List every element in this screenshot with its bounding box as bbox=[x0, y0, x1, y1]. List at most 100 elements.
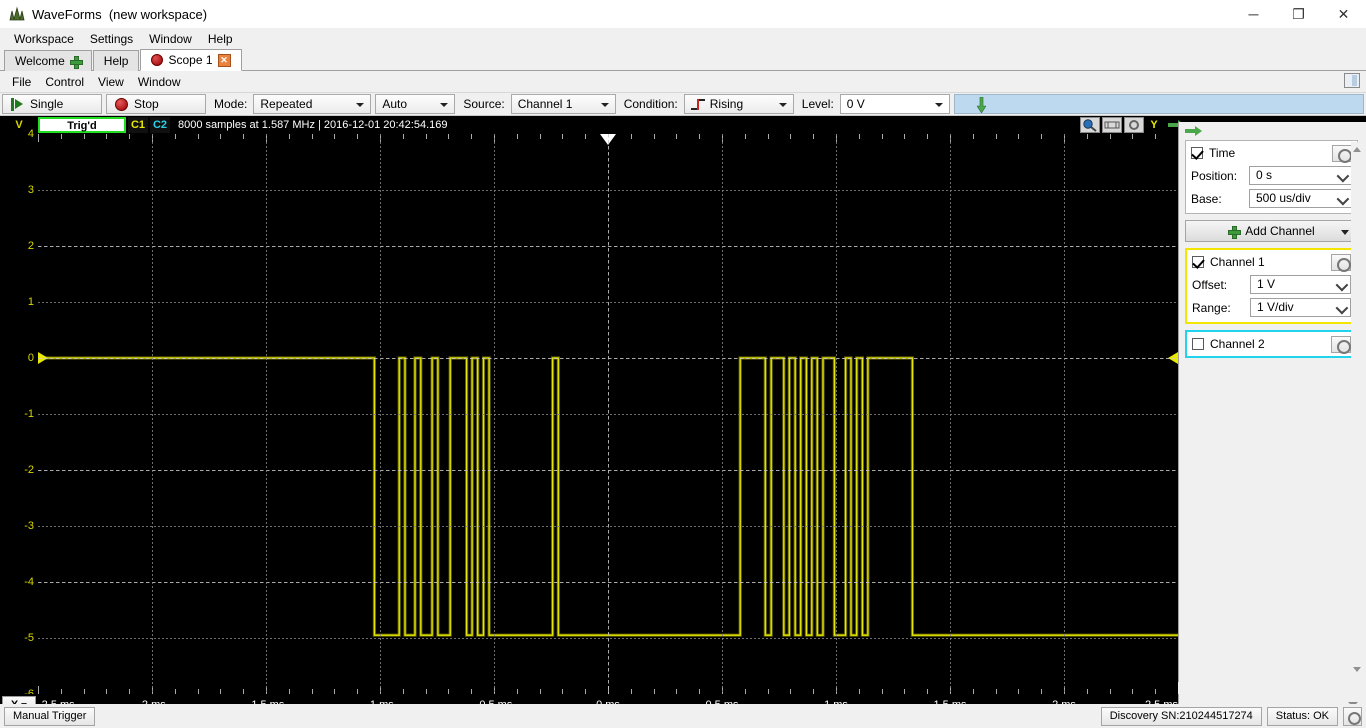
y-axis-badge[interactable]: Y bbox=[1146, 117, 1162, 133]
gridline-vertical bbox=[152, 134, 153, 694]
level-select-value: 0 V bbox=[846, 97, 865, 111]
status-label: Status: OK bbox=[1275, 710, 1329, 722]
scope-menu-file[interactable]: File bbox=[8, 73, 41, 91]
source-select[interactable]: Channel 1 bbox=[510, 94, 616, 114]
y-axis-tick-label: -4 bbox=[24, 576, 34, 588]
status-badge[interactable]: Status: OK bbox=[1266, 706, 1338, 726]
channel-1-offset-row: Offset: 1 V bbox=[1192, 275, 1351, 294]
single-button-label: Single bbox=[30, 97, 64, 111]
y-axis-tick-label: -2 bbox=[24, 464, 34, 476]
tab-scope-1[interactable]: Scope 1 ✕ bbox=[140, 49, 242, 71]
auto-select[interactable]: Auto bbox=[375, 94, 456, 114]
channel-2-checkbox[interactable] bbox=[1192, 338, 1204, 350]
scope-menu-view[interactable]: View bbox=[94, 73, 134, 91]
main-menu-bar: Workspace Settings Window Help bbox=[0, 28, 1366, 49]
add-channel-button[interactable]: Add Channel bbox=[1185, 220, 1358, 242]
y-axis: 43210-1-2-3-4-5-6 bbox=[0, 128, 38, 700]
gridline-vertical bbox=[950, 134, 951, 694]
tab-welcome-label: Welcome bbox=[15, 54, 65, 68]
gear-icon[interactable] bbox=[1331, 253, 1351, 272]
scroll-down-icon[interactable] bbox=[1351, 663, 1364, 676]
channel-1-range-value: 1 V/div bbox=[1257, 300, 1294, 314]
scope-menu-bar: File Control View Window bbox=[0, 71, 1366, 92]
gear-icon[interactable] bbox=[1331, 335, 1351, 354]
menu-item-window[interactable]: Window bbox=[141, 30, 200, 48]
plot-canvas[interactable] bbox=[38, 134, 1178, 694]
channel-1-range-select[interactable]: 1 V/div bbox=[1250, 298, 1351, 317]
device-label: Discovery SN:210244517274 bbox=[1109, 710, 1253, 722]
condition-select[interactable]: Rising bbox=[683, 94, 794, 114]
acquisition-info: 8000 samples at 1.587 MHz | 2016-12-01 2… bbox=[178, 119, 448, 131]
manual-trigger-button[interactable]: Manual Trigger bbox=[4, 706, 96, 726]
minimize-button[interactable]: ─ bbox=[1231, 0, 1276, 28]
scope-menu-control[interactable]: Control bbox=[41, 73, 94, 91]
channel-1-offset-value: 1 V bbox=[1257, 277, 1276, 291]
acquisition-toolbar: Single Stop Mode: Repeated Auto Source: … bbox=[0, 92, 1366, 116]
device-badge[interactable]: Discovery SN:210244517274 bbox=[1100, 706, 1262, 726]
time-base-select[interactable]: 500 us/div bbox=[1249, 189, 1352, 208]
y-axis-tick-label: 4 bbox=[27, 128, 34, 140]
record-icon bbox=[151, 54, 164, 66]
channel-2-badge[interactable]: C2 bbox=[150, 117, 170, 133]
tab-welcome[interactable]: Welcome bbox=[4, 50, 92, 71]
single-button[interactable]: Single bbox=[2, 94, 102, 114]
waveforms-window: WaveForms (new workspace) ─ ❐ ✕ Workspac… bbox=[0, 0, 1366, 728]
menu-item-workspace[interactable]: Workspace bbox=[6, 30, 82, 48]
channel-1-badge[interactable]: C1 bbox=[128, 117, 148, 133]
level-select[interactable]: 0 V bbox=[839, 94, 950, 114]
menu-item-settings[interactable]: Settings bbox=[82, 30, 141, 48]
workspace-tab-strip: Welcome Help Scope 1 ✕ bbox=[0, 49, 1366, 71]
mode-select[interactable]: Repeated bbox=[253, 94, 372, 114]
maximize-button[interactable]: ❐ bbox=[1276, 0, 1321, 28]
channel-2-header: Channel 2 bbox=[1192, 335, 1351, 354]
gridline-vertical bbox=[1064, 134, 1065, 694]
condition-select-value: Rising bbox=[709, 97, 744, 111]
y-axis-tick-label: 0 bbox=[27, 352, 34, 364]
manual-trigger-label: Manual Trigger bbox=[13, 710, 87, 722]
gear-icon[interactable] bbox=[1343, 706, 1362, 726]
time-group-header: Time bbox=[1191, 144, 1352, 163]
channel-1-title: Channel 1 bbox=[1210, 255, 1265, 269]
time-position-select[interactable]: 0 s bbox=[1249, 166, 1352, 185]
time-group: Time Position: 0 s Base: 500 us/div bbox=[1185, 140, 1358, 214]
scroll-up-icon[interactable] bbox=[1351, 142, 1364, 155]
mode-select-value: Repeated bbox=[260, 97, 313, 111]
panel-toggle-icon[interactable] bbox=[1344, 73, 1360, 88]
gear-icon[interactable] bbox=[1124, 117, 1144, 133]
fit-icon[interactable] bbox=[1102, 117, 1122, 133]
panel-scrollbar[interactable] bbox=[1351, 142, 1364, 676]
plus-icon bbox=[1228, 225, 1242, 239]
menu-item-help[interactable]: Help bbox=[200, 30, 241, 48]
zoom-icon[interactable] bbox=[1080, 117, 1100, 133]
y-axis-tick-label: -1 bbox=[24, 408, 34, 420]
scope-menu-window[interactable]: Window bbox=[134, 73, 191, 91]
channel-1-range-row: Range: 1 V/div bbox=[1192, 298, 1351, 317]
channel-1-range-label: Range: bbox=[1192, 300, 1231, 315]
close-button[interactable]: ✕ bbox=[1321, 0, 1366, 28]
y-axis-tick-label: 2 bbox=[27, 240, 34, 252]
channel-1-checkbox[interactable] bbox=[1192, 256, 1204, 268]
channel-1-group: Channel 1 Offset: 1 V Range: 1 V/div bbox=[1185, 248, 1358, 324]
channel-1-offset-select[interactable]: 1 V bbox=[1250, 275, 1351, 294]
gear-icon[interactable] bbox=[1332, 144, 1352, 163]
plus-icon[interactable] bbox=[69, 55, 83, 69]
y-axis-tick-label: 1 bbox=[27, 296, 34, 308]
time-checkbox[interactable] bbox=[1191, 147, 1203, 159]
window-title: WaveForms (new workspace) bbox=[32, 7, 207, 22]
time-base-label: Base: bbox=[1191, 191, 1222, 206]
close-icon[interactable]: ✕ bbox=[217, 53, 231, 67]
time-position-label: Position: bbox=[1191, 168, 1238, 183]
mode-label: Mode: bbox=[214, 97, 248, 111]
rising-edge-icon bbox=[690, 98, 705, 110]
gridline-vertical bbox=[266, 134, 267, 694]
stop-button[interactable]: Stop bbox=[106, 94, 206, 114]
down-arrow-icon[interactable] bbox=[976, 96, 987, 114]
single-capture-icon bbox=[11, 97, 24, 111]
condition-label: Condition: bbox=[623, 97, 678, 111]
arrow-right-icon[interactable] bbox=[1185, 126, 1203, 136]
tab-help[interactable]: Help bbox=[92, 50, 140, 71]
trigger-level-slider[interactable] bbox=[953, 94, 1364, 114]
channel-1-header: Channel 1 bbox=[1192, 253, 1351, 272]
title-bar: WaveForms (new workspace) ─ ❐ ✕ bbox=[0, 0, 1366, 28]
source-label: Source: bbox=[463, 97, 505, 111]
